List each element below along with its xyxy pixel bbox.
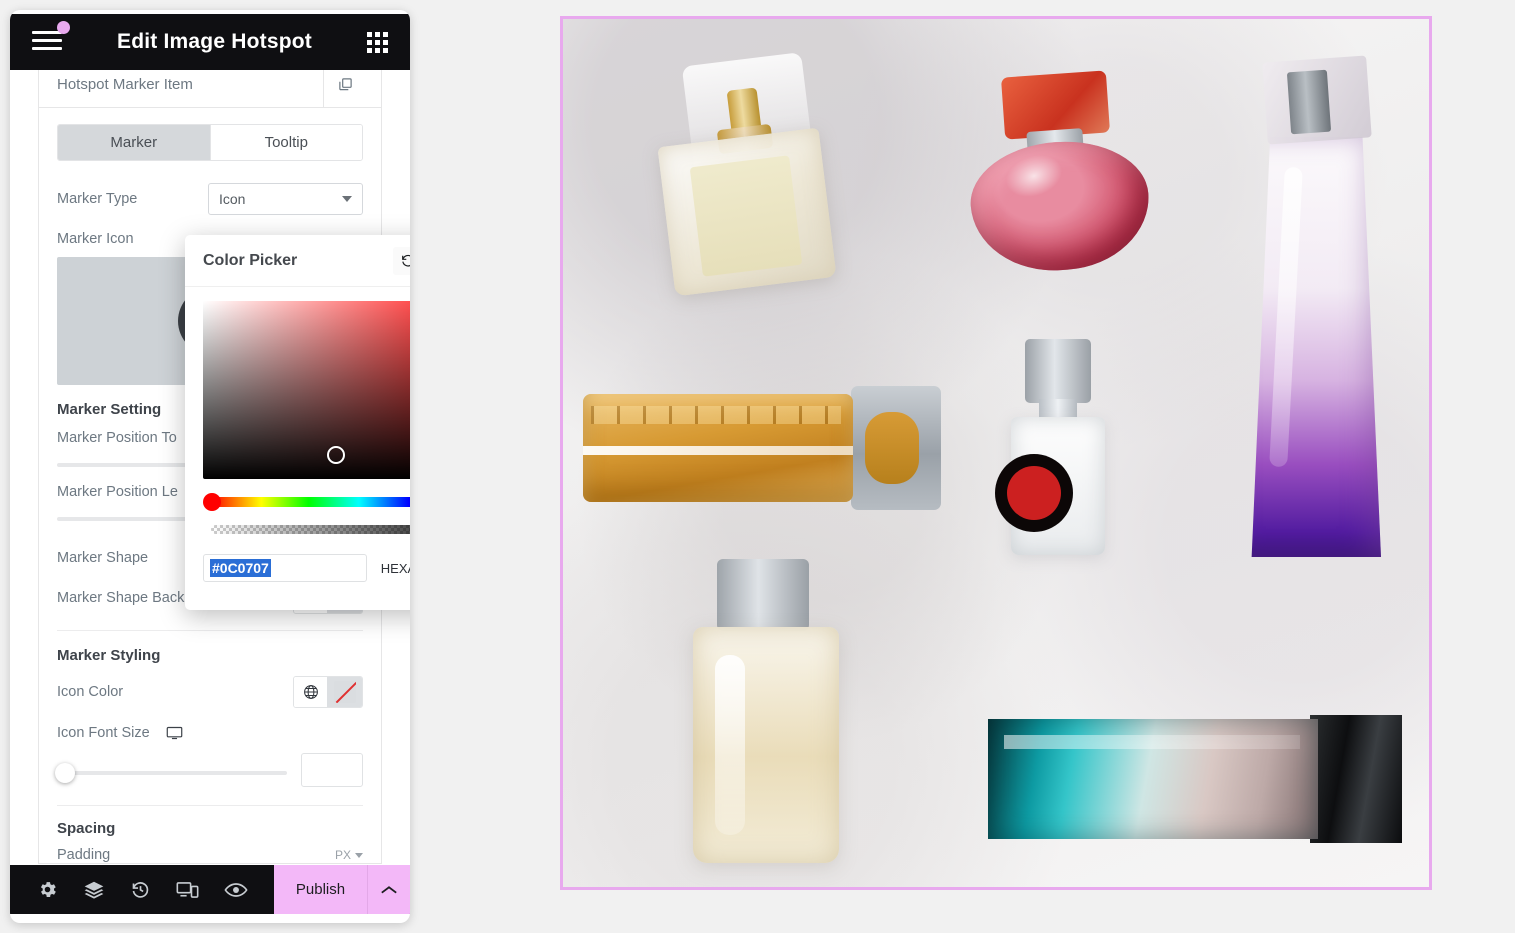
padding-unit-select[interactable]: PX bbox=[335, 848, 363, 862]
hamburger-icon[interactable] bbox=[32, 21, 70, 53]
icon-font-size-row: Icon Font Size bbox=[57, 724, 363, 745]
divider bbox=[57, 630, 363, 631]
divider bbox=[57, 805, 363, 806]
hex-value: #0C0707 bbox=[210, 559, 271, 577]
perfume-bottle-7 bbox=[988, 709, 1403, 864]
perfume-bottle-1 bbox=[657, 52, 838, 297]
chevron-down-icon bbox=[355, 852, 363, 858]
canvas-preview-frame[interactable] bbox=[560, 16, 1432, 890]
icon-color-swatch[interactable] bbox=[327, 677, 362, 707]
notification-dot-icon bbox=[57, 21, 70, 34]
perfume-bottle-5 bbox=[993, 339, 1123, 569]
icon-font-size-slider[interactable] bbox=[55, 760, 287, 786]
color-picker-header: Color Picker bbox=[185, 235, 410, 287]
marker-tooltip-tabs: Marker Tooltip bbox=[57, 124, 363, 161]
color-picker-popup: Color Picker #0C0707 HEX bbox=[185, 235, 410, 610]
spacing-heading: Spacing bbox=[57, 820, 116, 837]
perfume-bottle-2 bbox=[953, 70, 1173, 284]
hex-input[interactable]: #0C0707 bbox=[203, 554, 367, 582]
editor-bottom-bar: Publish bbox=[10, 865, 410, 914]
tab-marker[interactable]: Marker bbox=[58, 125, 210, 160]
padding-label: Padding bbox=[57, 847, 111, 863]
alpha-slider[interactable] bbox=[203, 520, 410, 538]
hue-slider[interactable] bbox=[203, 493, 410, 511]
responsive-mode-icon[interactable] bbox=[176, 880, 199, 900]
marker-type-label: Marker Type bbox=[57, 191, 138, 207]
icon-font-size-label: Icon Font Size bbox=[57, 725, 150, 741]
color-format-tabs: HEXA RGBA HSLA bbox=[381, 561, 410, 576]
perfume-bottle-6 bbox=[673, 559, 858, 869]
marker-styling-heading: Marker Styling bbox=[57, 647, 161, 664]
chevron-up-icon[interactable] bbox=[367, 865, 410, 914]
preview-eye-icon[interactable] bbox=[223, 881, 248, 899]
icon-color-row: Icon Color bbox=[57, 676, 363, 708]
color-picker-actions bbox=[393, 246, 410, 275]
icon-color-control bbox=[293, 676, 363, 708]
format-tab-hexa[interactable]: HEXA bbox=[381, 561, 410, 576]
bottom-bar-icons bbox=[10, 865, 274, 914]
perfume-bottle-3 bbox=[1231, 37, 1406, 567]
alpha-track bbox=[211, 525, 410, 534]
perfume-bottle-4 bbox=[583, 384, 948, 514]
transparent-swatch-icon bbox=[333, 681, 356, 703]
saturation-value-area[interactable] bbox=[203, 301, 410, 479]
editor-root: Edit Image Hotspot Hotspot Marker Item M… bbox=[0, 0, 1515, 933]
editor-panel: Edit Image Hotspot Hotspot Marker Item M… bbox=[10, 10, 410, 923]
marker-shape-label: Marker Shape bbox=[57, 550, 149, 566]
hotspot-image bbox=[563, 19, 1429, 887]
marker-type-select[interactable]: Icon bbox=[208, 183, 363, 215]
hotspot-marker-inner bbox=[1007, 466, 1061, 520]
desktop-icon[interactable] bbox=[166, 726, 183, 745]
hue-track bbox=[211, 497, 410, 507]
globals-icon[interactable] bbox=[294, 677, 327, 707]
slider-track bbox=[57, 771, 287, 775]
history-revert-icon[interactable] bbox=[130, 879, 151, 900]
slider-thumb[interactable] bbox=[55, 763, 75, 783]
marker-type-value: Icon bbox=[219, 191, 246, 207]
repeater-actions bbox=[323, 70, 367, 107]
editor-header: Edit Image Hotspot bbox=[10, 14, 410, 70]
icon-font-size-input[interactable] bbox=[301, 753, 363, 787]
marker-type-row: Marker Type Icon bbox=[57, 183, 363, 215]
publish-button[interactable]: Publish bbox=[274, 865, 367, 914]
page-title: Edit Image Hotspot bbox=[117, 30, 312, 53]
navigator-layers-icon[interactable] bbox=[83, 879, 105, 901]
tab-tooltip[interactable]: Tooltip bbox=[209, 125, 362, 160]
apps-grid-icon[interactable] bbox=[366, 31, 388, 53]
padding-unit-value: PX bbox=[334, 848, 351, 862]
hotspot-marker[interactable] bbox=[995, 454, 1073, 532]
settings-gear-icon[interactable] bbox=[37, 879, 58, 900]
repeater-item-label: Hotspot Marker Item bbox=[57, 76, 193, 93]
color-picker-title: Color Picker bbox=[203, 251, 298, 269]
color-picker-footer: #0C0707 HEXA RGBA HSLA bbox=[203, 554, 410, 582]
reset-undo-icon[interactable] bbox=[393, 246, 410, 275]
sv-cursor-handle[interactable] bbox=[327, 446, 345, 464]
icon-font-size-control bbox=[55, 753, 363, 787]
padding-row: Padding PX bbox=[57, 847, 363, 863]
duplicate-icon[interactable] bbox=[323, 70, 367, 107]
color-picker-body: #0C0707 HEXA RGBA HSLA bbox=[185, 287, 410, 582]
hue-thumb[interactable] bbox=[203, 493, 221, 511]
chevron-down-icon bbox=[342, 196, 352, 202]
icon-color-label: Icon Color bbox=[57, 684, 124, 700]
repeater-item-hotspot-marker[interactable]: Hotspot Marker Item bbox=[38, 70, 382, 107]
